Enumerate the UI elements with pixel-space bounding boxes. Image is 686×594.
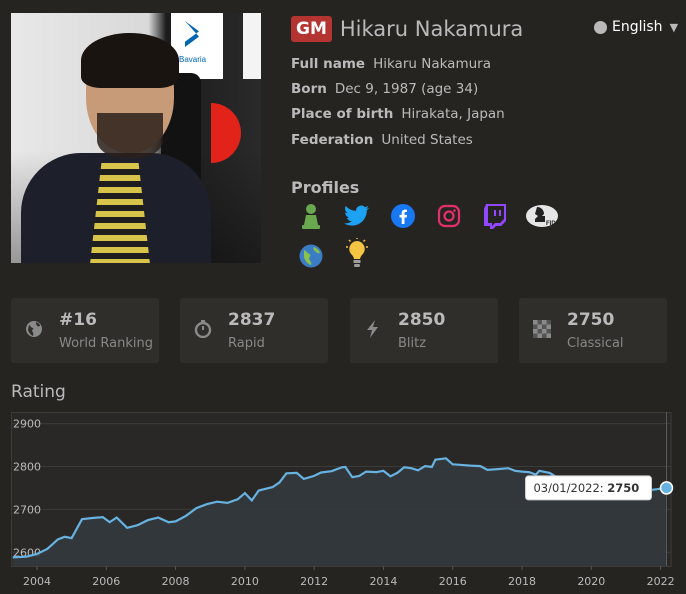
stopwatch-icon bbox=[194, 320, 212, 338]
language-label: English bbox=[612, 19, 663, 35]
svg-text:FIDE: FIDE bbox=[546, 221, 559, 227]
info-key: Full name bbox=[291, 56, 366, 72]
x-tick-label: 2018 bbox=[508, 575, 536, 588]
stat-value: #16 bbox=[59, 310, 97, 330]
player-title: GM Hikaru Nakamura bbox=[291, 16, 523, 42]
info-place-of-birth: Place of birth Hirakata, Japan bbox=[291, 106, 505, 122]
stat-classical: 2750 Classical bbox=[519, 298, 667, 363]
globe-icon bbox=[26, 321, 42, 337]
info-born: Born Dec 9, 1987 (age 34) bbox=[291, 81, 478, 97]
twitch-icon[interactable] bbox=[481, 202, 509, 230]
globe-icon[interactable] bbox=[297, 242, 325, 270]
x-tick-label: 2014 bbox=[369, 575, 397, 588]
facebook-icon[interactable] bbox=[389, 202, 417, 230]
info-value: United States bbox=[381, 132, 473, 148]
x-tick-label: 2022 bbox=[647, 575, 675, 588]
stat-label: Rapid bbox=[228, 336, 265, 351]
instagram-icon[interactable] bbox=[435, 202, 463, 230]
tooltip-value: 2750 bbox=[607, 481, 639, 495]
rating-heading: Rating bbox=[11, 382, 66, 402]
y-tick-label: 2900 bbox=[13, 418, 41, 431]
y-tick-label: 2700 bbox=[13, 503, 41, 516]
player-photo: Bavaria bbox=[11, 13, 261, 263]
stat-world-ranking: #16 World Ranking bbox=[11, 298, 159, 363]
rating-chart[interactable]: 29002800270026002004 2006 2008 2010 2012 2014… bbox=[11, 412, 675, 594]
tooltip-text: 03/01/2022: 2750 bbox=[533, 481, 639, 495]
chessboard-icon bbox=[533, 320, 551, 338]
info-value: Hirakata, Japan bbox=[401, 106, 505, 122]
sponsor-banner bbox=[243, 13, 261, 79]
profiles-heading: Profiles bbox=[291, 178, 360, 197]
stat-label: World Ranking bbox=[59, 336, 153, 351]
info-value: Hikaru Nakamura bbox=[373, 56, 491, 72]
sponsor-red-banner bbox=[211, 103, 241, 163]
stat-label: Blitz bbox=[398, 336, 427, 351]
stat-value: 2750 bbox=[567, 310, 615, 330]
lightbulb-icon[interactable] bbox=[343, 238, 371, 268]
language-selector[interactable]: English ▼ bbox=[594, 19, 678, 35]
stat-rapid: 2837 Rapid bbox=[180, 298, 328, 363]
stat-blitz: 2850 Blitz bbox=[350, 298, 498, 363]
info-value: Dec 9, 1987 (age 34) bbox=[334, 81, 479, 97]
rating-point[interactable] bbox=[659, 481, 674, 495]
twitter-icon[interactable] bbox=[343, 202, 371, 230]
x-tick-label: 2012 bbox=[300, 575, 328, 588]
hair bbox=[81, 33, 179, 88]
x-tick-label: 2006 bbox=[92, 575, 120, 588]
x-tick-label: 2010 bbox=[231, 575, 259, 588]
gm-badge: GM bbox=[291, 16, 332, 42]
info-key: Place of birth bbox=[291, 106, 394, 122]
x-tick-label: 2008 bbox=[162, 575, 190, 588]
stat-value: 2850 bbox=[398, 310, 446, 330]
tooltip-date: 03/01/2022: bbox=[533, 481, 607, 495]
info-full-name: Full name Hikaru Nakamura bbox=[291, 56, 491, 72]
lightning-icon bbox=[367, 320, 378, 338]
x-tick-label: 2004 bbox=[23, 575, 51, 588]
fide-icon[interactable]: FIDE bbox=[525, 202, 559, 230]
player-name: Hikaru Nakamura bbox=[339, 17, 524, 41]
globe-icon bbox=[594, 20, 607, 34]
chess-pawn-icon[interactable] bbox=[297, 202, 325, 230]
chevron-down-icon: ▼ bbox=[669, 20, 679, 34]
y-tick-label: 2800 bbox=[13, 460, 41, 473]
x-tick-label: 2020 bbox=[577, 575, 605, 588]
beard bbox=[97, 113, 163, 158]
info-key: Federation bbox=[291, 132, 374, 148]
info-federation: Federation United States bbox=[291, 132, 473, 148]
x-tick-label: 2016 bbox=[439, 575, 467, 588]
info-key: Born bbox=[291, 81, 327, 97]
stat-label: Classical bbox=[567, 336, 624, 351]
stat-value: 2837 bbox=[228, 310, 276, 330]
